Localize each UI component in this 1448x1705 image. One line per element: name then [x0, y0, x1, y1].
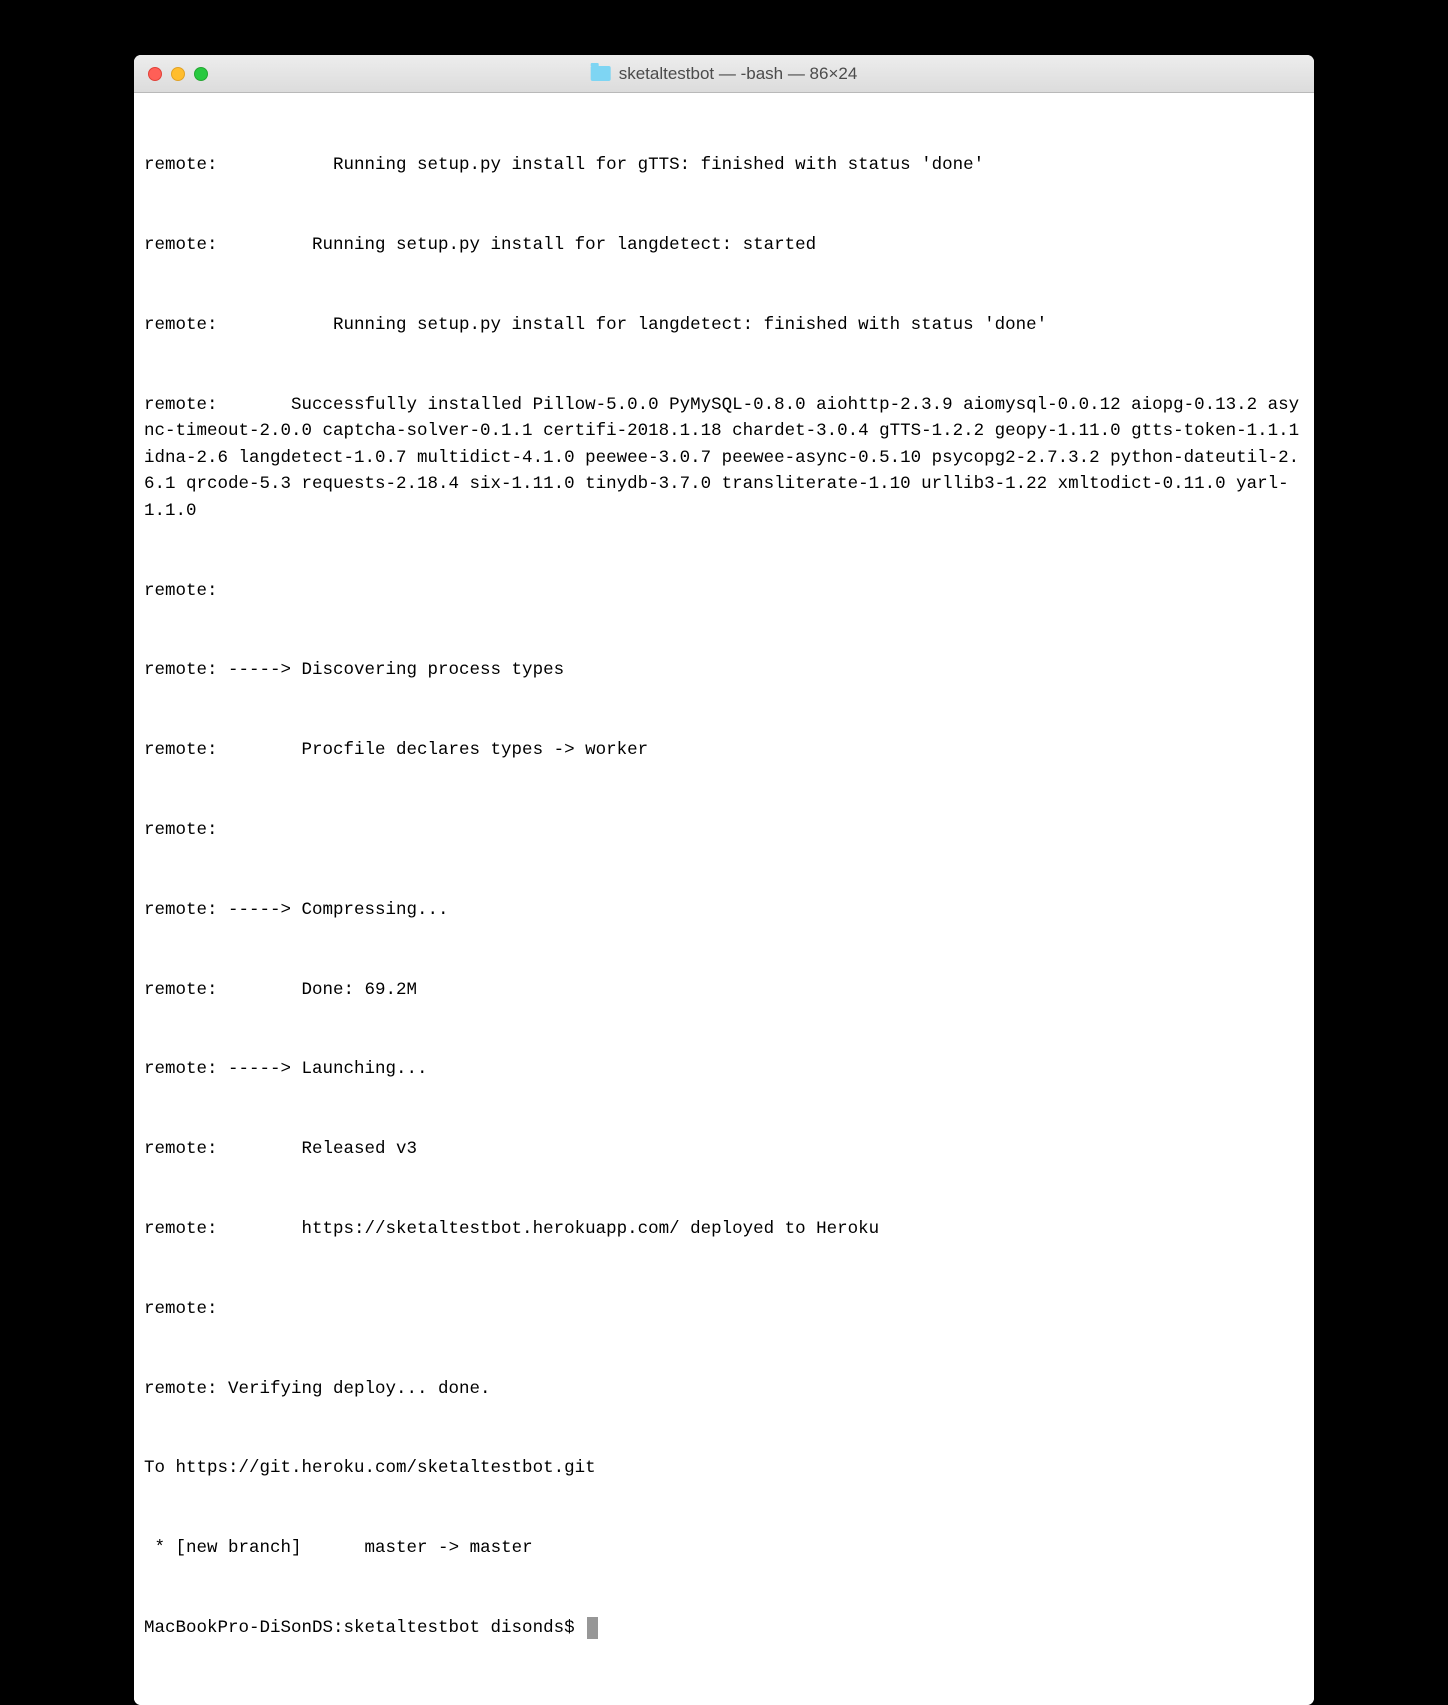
terminal-line: To https://git.heroku.com/sketaltestbot.…	[144, 1455, 1304, 1482]
terminal-line: remote: Verifying deploy... done.	[144, 1376, 1304, 1403]
terminal-cursor	[587, 1617, 598, 1639]
window-zoom-button[interactable]	[194, 67, 208, 81]
terminal-prompt-line[interactable]: MacBookPro-DiSonDS:sketaltestbot disonds…	[144, 1615, 1304, 1642]
terminal-line: remote: Running setup.py install for lan…	[144, 312, 1304, 339]
terminal-prompt: MacBookPro-DiSonDS:sketaltestbot disonds…	[144, 1615, 585, 1642]
terminal-line: remote:	[144, 1296, 1304, 1323]
terminal-line: remote: Procfile declares types -> worke…	[144, 737, 1304, 764]
terminal-line: remote: -----> Launching...	[144, 1056, 1304, 1083]
terminal-line: remote:	[144, 578, 1304, 605]
terminal-line: remote: -----> Discovering process types	[144, 657, 1304, 684]
terminal-line: remote: Released v3	[144, 1136, 1304, 1163]
terminal-line: remote: Done: 69.2M	[144, 977, 1304, 1004]
window-close-button[interactable]	[148, 67, 162, 81]
traffic-lights	[148, 67, 208, 81]
terminal-line: remote: Running setup.py install for gTT…	[144, 152, 1304, 179]
terminal-line: * [new branch] master -> master	[144, 1535, 1304, 1562]
terminal-line: remote:	[144, 817, 1304, 844]
terminal-line: remote: Running setup.py install for lan…	[144, 232, 1304, 259]
terminal-line: remote: Successfully installed Pillow-5.…	[144, 392, 1304, 525]
folder-icon	[591, 66, 611, 81]
window-titlebar[interactable]: sketaltestbot — -bash — 86×24	[134, 55, 1314, 93]
terminal-content[interactable]: remote: Running setup.py install for gTT…	[134, 93, 1314, 1705]
terminal-line: remote: https://sketaltestbot.herokuapp.…	[144, 1216, 1304, 1243]
window-minimize-button[interactable]	[171, 67, 185, 81]
window-title: sketaltestbot — -bash — 86×24	[591, 64, 858, 84]
terminal-line: remote: -----> Compressing...	[144, 897, 1304, 924]
window-title-text: sketaltestbot — -bash — 86×24	[619, 64, 858, 84]
terminal-window: sketaltestbot — -bash — 86×24 remote: Ru…	[134, 55, 1314, 1705]
